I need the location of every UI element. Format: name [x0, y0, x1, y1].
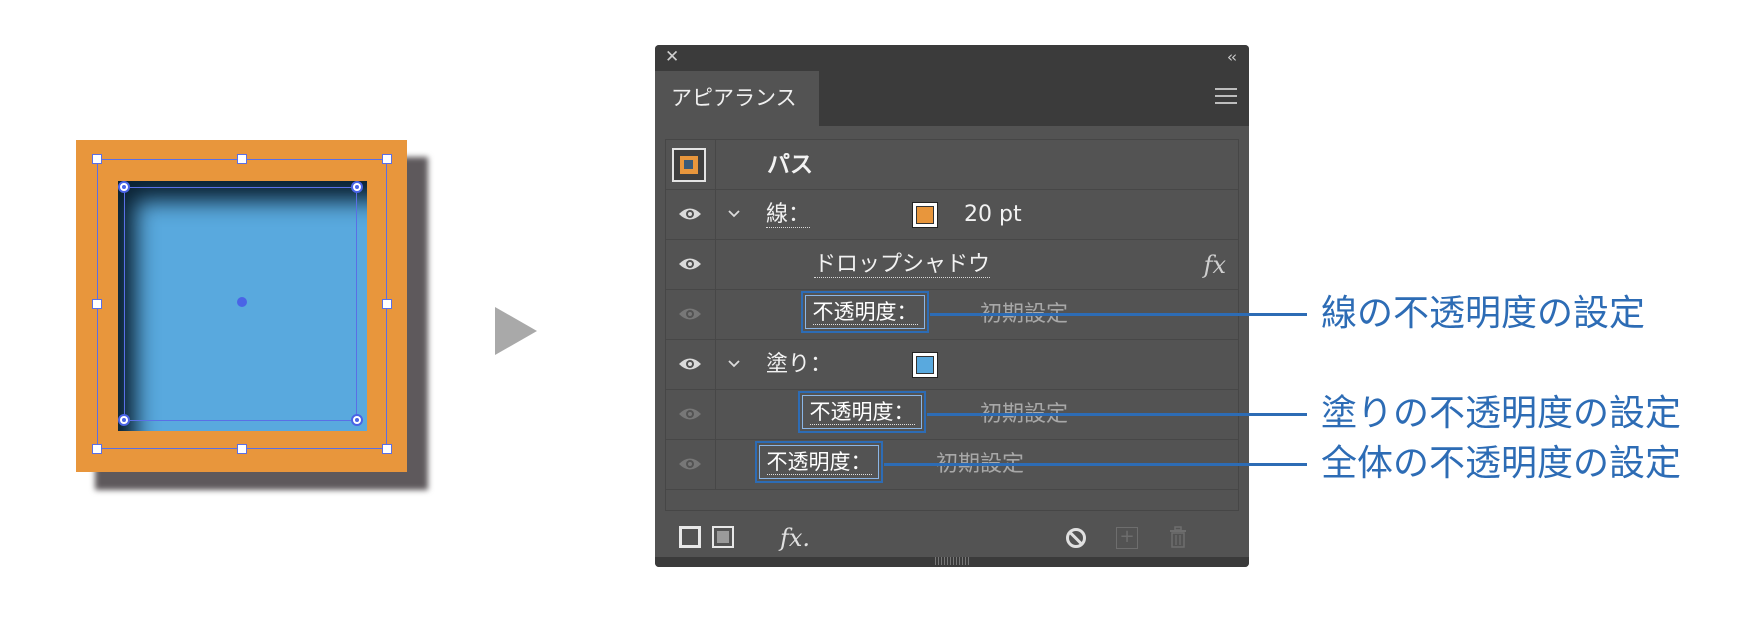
fx-icon[interactable]: fx	[1204, 240, 1226, 290]
tab-appearance[interactable]: アピアランス	[655, 71, 819, 126]
anchor-point[interactable]	[118, 414, 130, 426]
list-item-path[interactable]: パス	[666, 140, 1238, 190]
arrow-right-icon	[495, 307, 537, 355]
anchor-point[interactable]	[118, 181, 130, 193]
callout-leader-stroke	[930, 313, 1307, 316]
chevron-down-icon[interactable]	[728, 358, 740, 370]
eye-icon	[679, 308, 701, 320]
resize-grip[interactable]	[935, 557, 971, 565]
appearance-list: パス 線： 20 pt ドロップシャドウ fx 初期設定 塗り： 初期設定 初期…	[665, 139, 1239, 511]
bbox-handle[interactable]	[382, 154, 392, 164]
close-icon[interactable]: ✕	[665, 47, 679, 67]
anchor-point[interactable]	[351, 414, 363, 426]
fill-label[interactable]: 塗り：	[766, 340, 832, 390]
collapse-icon[interactable]: ‹‹	[1227, 47, 1237, 67]
duplicate-item-icon: +	[1116, 527, 1138, 549]
callout-stroke-opacity: 線の不透明度の設定	[1321, 293, 1646, 334]
callout-fill-opacity: 塗りの不透明度の設定	[1321, 393, 1682, 434]
hamburger-menu-icon[interactable]	[1215, 88, 1237, 106]
panel-toolbar: fx. +	[655, 518, 1249, 558]
list-item-drop-shadow[interactable]: ドロップシャドウ fx	[666, 240, 1238, 290]
stroke-opacity-label[interactable]: 不透明度：	[801, 291, 929, 333]
callout-leader-overall	[884, 463, 1307, 466]
stroke-weight[interactable]: 20 pt	[964, 190, 1022, 240]
list-item-stroke[interactable]: 線： 20 pt	[666, 190, 1238, 240]
add-stroke-icon[interactable]	[679, 526, 701, 548]
eye-icon	[679, 408, 701, 420]
drop-shadow-effect[interactable]: ドロップシャドウ	[814, 240, 991, 290]
trash-icon	[1170, 526, 1186, 548]
add-effect-icon[interactable]: fx.	[780, 526, 810, 550]
callout-overall-opacity: 全体の不透明度の設定	[1321, 443, 1682, 484]
object-thumbnail	[672, 148, 706, 182]
artwork-preview	[0, 0, 460, 630]
chevron-down-icon[interactable]	[728, 208, 740, 220]
appearance-panel: ✕ ‹‹ アピアランス パス 線： 20 pt ドロップシャドウ fx 初期設定…	[655, 45, 1249, 567]
center-point	[237, 297, 247, 307]
fill-opacity-label[interactable]: 不透明度：	[798, 391, 926, 433]
path-label: パス	[767, 152, 813, 178]
bbox-handle[interactable]	[237, 444, 247, 454]
anchor-point[interactable]	[351, 181, 363, 193]
callout-leader-fill	[927, 413, 1307, 416]
eye-icon	[679, 458, 701, 470]
clear-appearance-icon[interactable]	[1066, 528, 1086, 548]
bbox-handle[interactable]	[92, 444, 102, 454]
eye-icon[interactable]	[678, 207, 702, 221]
add-fill-icon[interactable]	[712, 526, 734, 548]
panel-titlebar: ✕ ‹‹	[655, 45, 1249, 71]
list-item-fill[interactable]: 塗り：	[666, 340, 1238, 390]
bbox-handle[interactable]	[237, 154, 247, 164]
eye-icon[interactable]	[678, 357, 702, 371]
stroke-swatch[interactable]	[912, 202, 938, 228]
bbox-handle[interactable]	[92, 299, 102, 309]
bbox-handle[interactable]	[92, 154, 102, 164]
panel-tabbar: アピアランス	[655, 71, 1249, 126]
eye-icon[interactable]	[678, 257, 702, 271]
bbox-handle[interactable]	[382, 299, 392, 309]
fill-swatch[interactable]	[912, 352, 938, 378]
overall-opacity-label[interactable]: 不透明度：	[755, 441, 883, 483]
bbox-handle[interactable]	[382, 444, 392, 454]
stroke-label[interactable]: 線：	[766, 190, 811, 240]
